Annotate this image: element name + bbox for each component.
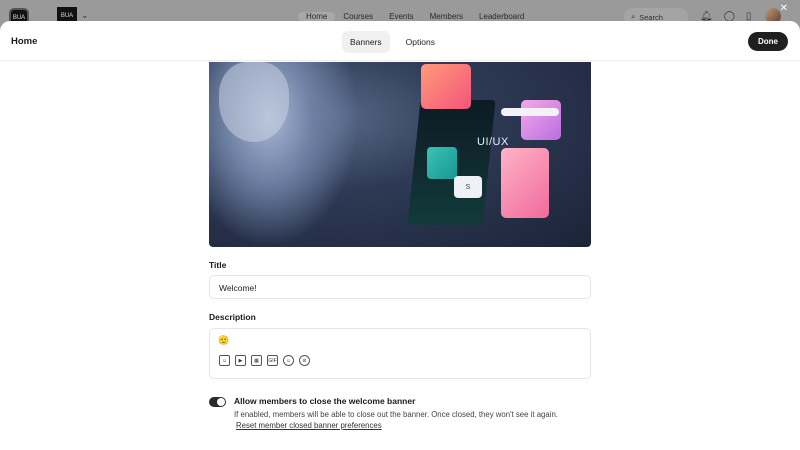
modal-header: Home Banners Options Done <box>0 21 800 61</box>
nav-members[interactable]: Members <box>422 12 471 21</box>
editor-toolbar: ☺ ▶ ▦ GIF ☺ ⊘ <box>219 355 310 366</box>
banner-music-card <box>421 64 471 109</box>
modal-tabs: Banners Options <box>342 31 443 53</box>
nav-courses[interactable]: Courses <box>335 12 381 21</box>
banner-image[interactable]: UI/UX S <box>209 62 591 247</box>
toggle-label: Allow members to close the welcome banne… <box>234 396 416 406</box>
chevron-down-icon[interactable]: ⌄ <box>81 10 89 21</box>
emoji-icon[interactable]: ☺ <box>219 355 230 366</box>
modal-title: Home <box>11 36 38 47</box>
banner-uiux-text: UI/UX <box>477 136 509 148</box>
description-emoji: 🫡 <box>218 335 230 345</box>
description-label: Description <box>209 312 256 322</box>
nav-events[interactable]: Events <box>381 12 421 21</box>
banner-list-card <box>501 148 549 218</box>
close-icon[interactable]: ✕ <box>780 3 788 14</box>
edit-home-modal: Home Banners Options Done UI/UX S Title … <box>0 21 800 450</box>
description-editor[interactable]: 🫡 ☺ ▶ ▦ GIF ☺ ⊘ <box>209 328 591 379</box>
banner-search-bar <box>501 108 559 116</box>
banner-profile-card <box>521 100 561 140</box>
banner-sketch-icon: S <box>454 176 482 198</box>
image-icon[interactable]: ▦ <box>251 355 262 366</box>
reset-preferences-link[interactable]: Reset member closed banner preferences <box>236 421 382 430</box>
toggle-help-text: If enabled, members will be able to clos… <box>234 410 558 419</box>
gif-icon[interactable]: GIF <box>267 355 278 366</box>
nav-home[interactable]: Home <box>298 12 336 21</box>
banner-toggle-card <box>427 147 457 179</box>
video-icon[interactable]: ▶ <box>235 355 246 366</box>
title-label: Title <box>209 260 227 270</box>
title-input[interactable]: Welcome! <box>209 275 591 299</box>
banner-hair <box>219 62 289 142</box>
top-nav: Home Courses Events Members Leaderboard <box>298 12 532 21</box>
nav-leaderboard[interactable]: Leaderboard <box>471 12 532 21</box>
attachment-icon[interactable]: ⊘ <box>299 355 310 366</box>
tab-options[interactable]: Options <box>398 31 443 53</box>
done-button[interactable]: Done <box>748 32 788 51</box>
smiley-icon[interactable]: ☺ <box>283 355 294 366</box>
close-banner-toggle[interactable] <box>209 397 226 407</box>
tab-banners[interactable]: Banners <box>342 31 390 53</box>
